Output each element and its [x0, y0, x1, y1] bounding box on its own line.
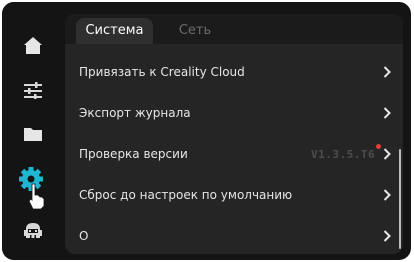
- list-item-check-version[interactable]: Проверка версии V1.3.5.T6: [65, 136, 403, 172]
- list-item-bind-cloud[interactable]: Привязать к Creality Cloud: [65, 54, 403, 90]
- tab-bar: Система Сеть: [65, 14, 403, 44]
- settings-panel: Система Сеть Привязать к Creality Cloud …: [65, 14, 403, 254]
- robot-icon[interactable]: [21, 218, 45, 242]
- chevron-right-icon: [381, 146, 393, 162]
- list-item-export-log[interactable]: Экспорт журнала: [65, 95, 403, 131]
- home-icon[interactable]: [21, 33, 45, 57]
- list-item-label: Проверка версии: [79, 147, 188, 161]
- tab-system[interactable]: Система: [76, 18, 153, 44]
- folder-icon[interactable]: [21, 122, 45, 146]
- list-item-about[interactable]: О: [65, 218, 403, 254]
- chevron-right-icon: [381, 64, 393, 80]
- scrollbar[interactable]: [399, 149, 401, 249]
- gear-icon[interactable]: [19, 167, 47, 209]
- list-item-label: Привязать к Creality Cloud: [79, 65, 245, 79]
- printer-screen: Система Сеть Привязать к Creality Cloud …: [2, 2, 411, 260]
- version-text: V1.3.5.T6: [311, 147, 376, 161]
- chevron-right-icon: [381, 105, 393, 121]
- sliders-icon[interactable]: [21, 78, 45, 102]
- list-item-label: Сброс до настроек по умолчанию: [79, 188, 293, 202]
- sidebar: [2, 2, 64, 260]
- list-item-label: Экспорт журнала: [79, 106, 191, 120]
- tab-network[interactable]: Сеть: [165, 18, 225, 44]
- chevron-right-icon: [381, 228, 393, 244]
- chevron-right-icon: [381, 187, 393, 203]
- list-item-label: О: [79, 229, 89, 243]
- list-item-factory-reset[interactable]: Сброс до настроек по умолчанию: [65, 177, 403, 213]
